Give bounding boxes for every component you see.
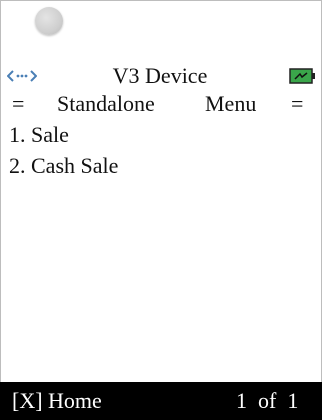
menu-header-right-marker: =: [291, 91, 304, 116]
battery-charging-icon: [289, 68, 315, 84]
menu-header-left-marker: =: [12, 91, 25, 116]
home-button[interactable]: [X] Home: [12, 382, 102, 420]
menu-header: = Standalone Menu =: [0, 92, 322, 116]
footer-bar: [X] Home 1 of 1: [0, 382, 322, 420]
page-indicator: 1 of 1: [236, 388, 299, 413]
menu-list: 1. Sale 2. Cash Sale: [9, 119, 309, 181]
menu-item-sale[interactable]: 1. Sale: [9, 119, 309, 150]
menu-header-title-word-1: Standalone: [57, 91, 155, 116]
menu-header-title-word-2: Menu: [205, 91, 257, 116]
status-bar: V3 Device: [0, 64, 322, 88]
menu-item-cash-sale[interactable]: 2. Cash Sale: [9, 150, 309, 181]
link-arrows-icon: [7, 70, 37, 82]
status-indicator-light: [35, 7, 63, 35]
device-title: V3 Device: [112, 63, 208, 88]
